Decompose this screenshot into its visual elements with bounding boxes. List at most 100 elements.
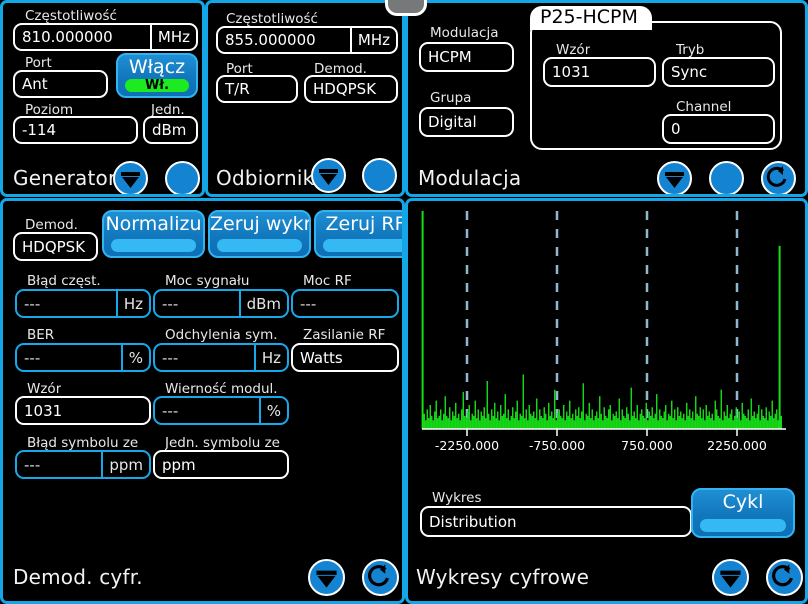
ber-value: --- xyxy=(24,348,41,367)
modulation-panel-title: Modulacja xyxy=(418,166,522,190)
reset-chart-button-label: Zeruj wykr xyxy=(210,213,309,234)
digital-demod-collapse-icon[interactable] xyxy=(308,559,345,596)
cycle-button[interactable]: Cykl xyxy=(691,488,795,538)
ber-label: BER xyxy=(27,327,55,343)
generator-frequency-unit[interactable]: MHz xyxy=(149,25,196,49)
mod-fidelity-unit: % xyxy=(258,398,287,423)
signal-power-value: --- xyxy=(162,294,179,313)
reset-rf-button-label: Zeruj RF xyxy=(325,213,405,234)
symbol-error-label: Błąd symbolu ze xyxy=(27,435,139,451)
demod-type-field[interactable]: HDQPSK xyxy=(13,232,98,261)
signal-power-unit: dBm xyxy=(238,291,287,316)
mod-fidelity-label: Wierność modul. xyxy=(165,381,278,397)
reset-rf-button[interactable]: Zeruj RF xyxy=(314,210,405,258)
modulation-panel: Modulacja HCPM Grupa Digital P25-HCPM Wz… xyxy=(405,0,808,197)
digital-charts-panel: -2250.000 -750.000 750.000 2250.000 Wykres … xyxy=(405,198,808,604)
mod-fidelity-value: --- xyxy=(162,401,179,420)
modulation-blank-circle-icon[interactable] xyxy=(709,161,744,194)
modulation-refresh-icon[interactable] xyxy=(761,161,796,194)
rf-supply-label: Zasilanie RF xyxy=(303,327,386,343)
mod-fidelity-field[interactable]: --- % xyxy=(153,396,289,425)
receiver-demod-field[interactable]: HDQPSK xyxy=(304,75,398,103)
modulation-mode-field[interactable]: Sync xyxy=(662,57,775,87)
sym-deviation-label: Odchylenia sym. xyxy=(165,327,278,343)
generator-level-field[interactable]: -114 xyxy=(13,116,138,144)
modulation-type-label: Modulacja xyxy=(430,25,499,41)
sym-deviation-value: --- xyxy=(162,348,179,367)
generator-port-label: Port xyxy=(25,55,52,71)
receiver-port-field[interactable]: T/R xyxy=(216,75,298,103)
digital-demod-panel-title: Demod. cyfr. xyxy=(13,565,143,589)
modulation-pattern-label: Wzór xyxy=(556,42,591,58)
generator-collapse-icon[interactable] xyxy=(113,161,148,194)
ber-unit: % xyxy=(120,345,149,370)
chart-xtick-label: -2250.000 xyxy=(434,438,500,453)
generator-port-field[interactable]: Ant xyxy=(13,70,108,98)
rf-power-label: Moc RF xyxy=(303,273,352,289)
modulation-group-field[interactable]: Digital xyxy=(419,107,514,137)
symbol-error-unit: ppm xyxy=(101,452,149,477)
chart-xtick-label: -750.000 xyxy=(528,438,586,453)
chart-xtick-label: 750.000 xyxy=(621,438,673,453)
generator-frequency-value[interactable]: 810.000000 xyxy=(15,25,150,49)
reset-rf-button-pill xyxy=(323,239,402,252)
digital-demod-panel: Demod. HDQPSK Normalizu Zeruj wykr Zeruj… xyxy=(0,198,405,604)
device-screen: Częstotliwość 810.000000 MHz Port Ant Wł… xyxy=(0,0,808,604)
distribution-chart[interactable]: -2250.000 -750.000 750.000 2250.000 xyxy=(414,207,804,457)
demod-type-label: Demod. xyxy=(25,217,78,233)
symbol-unit-field[interactable]: ppm xyxy=(153,450,289,479)
chart-xtick-label: 2250.000 xyxy=(707,438,767,453)
receiver-collapse-icon-2[interactable] xyxy=(311,158,346,193)
digital-charts-collapse-icon[interactable] xyxy=(712,559,749,596)
normalize-button-pill xyxy=(111,239,196,252)
receiver-panel-title: Odbiornik xyxy=(216,166,315,190)
digital-demod-refresh-icon[interactable] xyxy=(362,559,399,596)
modulation-mode-label: Tryb xyxy=(676,42,705,58)
receiver-frequency-label: Częstotliwość xyxy=(226,11,318,27)
digital-charts-refresh-icon[interactable] xyxy=(766,559,803,596)
modulation-collapse-icon[interactable] xyxy=(657,161,692,194)
receiver-frequency-unit[interactable]: MHz xyxy=(349,28,396,52)
top-stub-handle[interactable] xyxy=(385,0,427,16)
modulation-type-field[interactable]: HCPM xyxy=(419,42,514,72)
generator-frequency-label: Częstotliwość xyxy=(25,8,117,24)
sym-deviation-field[interactable]: --- Hz xyxy=(153,343,289,372)
modulation-group-label: Grupa xyxy=(430,90,472,106)
generator-unit-field[interactable]: dBm xyxy=(143,116,198,144)
generator-power-button[interactable]: Włącz Wł. xyxy=(116,53,198,98)
sym-deviation-unit: Hz xyxy=(253,345,287,370)
distribution-chart-svg xyxy=(421,211,786,436)
demod-pattern-field[interactable]: 1031 xyxy=(15,396,151,425)
receiver-frequency-field[interactable]: 855.000000 MHz xyxy=(216,26,398,54)
modulation-channel-field[interactable]: 0 xyxy=(662,114,775,144)
cycle-button-pill xyxy=(700,519,786,532)
p25-hcpm-groupbox-tab: P25-HCPM xyxy=(530,6,652,30)
reset-chart-button-pill xyxy=(217,239,302,252)
chart-select-field[interactable]: Distribution xyxy=(420,506,692,537)
generator-panel: Częstotliwość 810.000000 MHz Port Ant Wł… xyxy=(0,0,205,197)
rf-supply-field[interactable]: Watts xyxy=(291,343,399,372)
demod-pattern-label: Wzór xyxy=(27,381,62,397)
generator-power-label: Włącz xyxy=(128,56,186,77)
signal-power-field[interactable]: --- dBm xyxy=(153,289,289,318)
modulation-pattern-field[interactable]: 1031 xyxy=(543,57,656,87)
generator-power-state: Wł. xyxy=(125,79,189,92)
cycle-button-label: Cykl xyxy=(722,491,764,512)
normalize-button-label: Normalizu xyxy=(105,213,202,234)
receiver-frequency-value[interactable]: 855.000000 xyxy=(218,28,350,52)
generator-blank-circle-icon[interactable] xyxy=(165,161,200,194)
generator-frequency-field[interactable]: 810.000000 MHz xyxy=(13,23,198,51)
digital-charts-panel-title: Wykresy cyfrowe xyxy=(416,565,590,589)
generator-panel-title: Generator xyxy=(13,166,117,190)
normalize-button[interactable]: Normalizu xyxy=(102,210,205,258)
rf-power-field: --- xyxy=(291,289,399,318)
modulation-channel-label: Channel xyxy=(676,99,732,115)
signal-power-label: Moc sygnału xyxy=(165,273,250,289)
freq-error-label: Błąd częst. xyxy=(27,273,101,289)
receiver-blank-circle-icon[interactable] xyxy=(362,158,397,193)
symbol-error-field[interactable]: --- ppm xyxy=(15,450,151,479)
reset-chart-button[interactable]: Zeruj wykr xyxy=(208,210,311,258)
ber-field[interactable]: --- % xyxy=(15,343,151,372)
freq-error-field[interactable]: --- Hz xyxy=(15,289,151,318)
chart-select-label: Wykres xyxy=(432,490,482,506)
